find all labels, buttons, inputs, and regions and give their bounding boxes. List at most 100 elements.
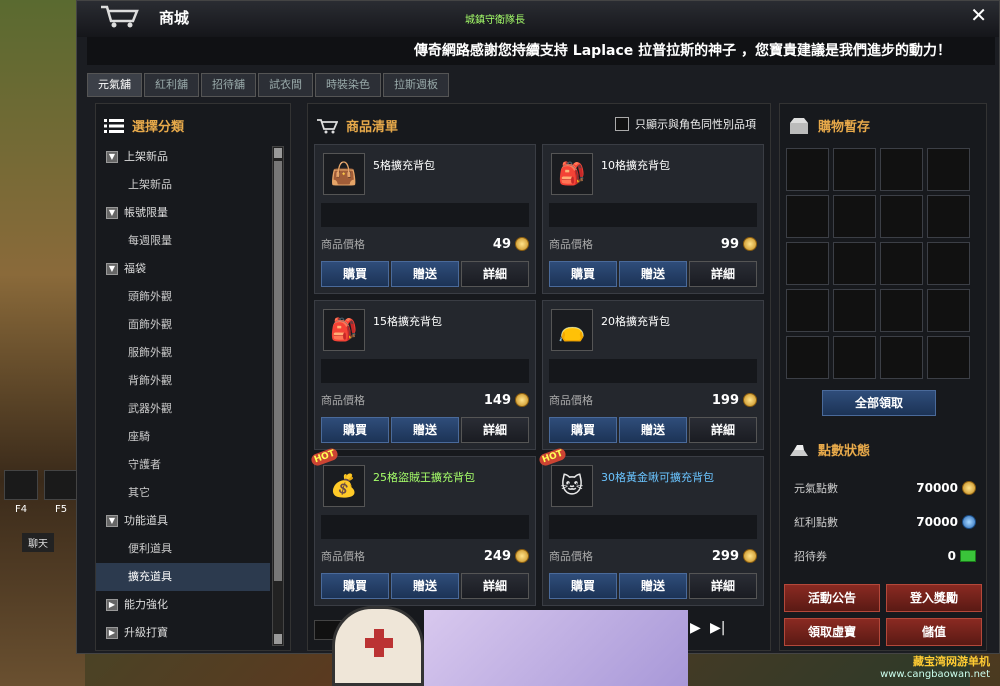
cart-slot[interactable]	[833, 289, 876, 332]
price-amount: 299	[711, 548, 739, 564]
tab-bonus-shop[interactable]: 紅利舖	[144, 73, 199, 97]
buy-button[interactable]: 購買	[321, 261, 389, 287]
gender-filter-checkbox[interactable]	[615, 117, 629, 131]
category-account-limited[interactable]: ▼ 帳號限量	[96, 199, 290, 227]
scroll-thumb[interactable]	[274, 161, 282, 581]
points-label: 元氣點數	[794, 482, 838, 495]
buy-button[interactable]: 購買	[549, 573, 617, 599]
category-item[interactable]: 每週限量	[96, 227, 290, 255]
category-header: 選擇分類	[96, 104, 290, 143]
gift-button[interactable]: 贈送	[619, 573, 687, 599]
buy-button[interactable]: 購買	[549, 417, 617, 443]
cart-header: 購物暫存	[780, 104, 986, 147]
cart-slot[interactable]	[880, 148, 923, 191]
cart-slot[interactable]	[927, 289, 970, 332]
collapse-icon[interactable]: ▼	[106, 207, 118, 219]
tab-vitality-shop[interactable]: 元氣舖	[87, 73, 142, 97]
cart-slot[interactable]	[786, 242, 829, 285]
category-function-items[interactable]: ▼ 功能道具	[96, 507, 290, 535]
price-value: 299	[712, 549, 757, 564]
points-value: 70000	[916, 515, 976, 529]
category-item[interactable]: 服飾外觀	[96, 339, 290, 367]
login-reward-button[interactable]: 登入獎勵	[886, 584, 982, 612]
cart-slot[interactable]	[880, 242, 923, 285]
gift-button[interactable]: 贈送	[619, 417, 687, 443]
cart-slot[interactable]	[833, 195, 876, 238]
detail-button[interactable]: 詳細	[689, 417, 757, 443]
cart-slot[interactable]	[927, 336, 970, 379]
category-new-arrivals[interactable]: ▼ 上架新品	[96, 143, 290, 171]
gender-filter[interactable]: 只顯示與角色同性別品項	[615, 116, 756, 132]
scroll-up-icon[interactable]	[274, 148, 282, 158]
cart-slot[interactable]	[833, 336, 876, 379]
category-item[interactable]: 便利道具	[96, 535, 290, 563]
detail-button[interactable]: 詳細	[461, 417, 529, 443]
detail-button[interactable]: 詳細	[689, 573, 757, 599]
gold-coin-icon	[515, 393, 529, 407]
category-label: 能力強化	[124, 598, 168, 611]
cart-slot[interactable]	[833, 148, 876, 191]
category-item[interactable]: 武器外觀	[96, 395, 290, 423]
top-up-button[interactable]: 儲值	[886, 618, 982, 646]
category-scrollbar[interactable]	[272, 146, 284, 646]
category-lucky-bag[interactable]: ▼ 福袋	[96, 255, 290, 283]
cart-slot[interactable]	[786, 289, 829, 332]
cart-slot[interactable]	[880, 336, 923, 379]
category-ability-boost[interactable]: ▶ 能力強化	[96, 591, 290, 619]
close-icon[interactable]: ✕	[970, 3, 987, 27]
detail-button[interactable]: 詳細	[689, 261, 757, 287]
cart-slot[interactable]	[880, 195, 923, 238]
gift-button[interactable]: 贈送	[619, 261, 687, 287]
cart-slot[interactable]	[786, 336, 829, 379]
tab-dye[interactable]: 時裝染色	[315, 73, 381, 97]
category-item[interactable]: 面飾外觀	[96, 311, 290, 339]
cart-slot[interactable]	[927, 195, 970, 238]
expand-icon[interactable]: ▶	[106, 599, 118, 611]
tab-board[interactable]: 拉斯週板	[383, 73, 449, 97]
category-item[interactable]: 座騎	[96, 423, 290, 451]
scroll-down-icon[interactable]	[274, 634, 282, 644]
next-page-icon[interactable]: ▶	[690, 620, 701, 636]
cart-icon	[317, 118, 338, 133]
gift-button[interactable]: 贈送	[391, 417, 459, 443]
window-title: 商城	[159, 9, 190, 27]
category-item[interactable]: 頭飾外觀	[96, 283, 290, 311]
cart-slot[interactable]	[927, 148, 970, 191]
hotkey-slot-f4[interactable]	[4, 470, 38, 500]
category-item-selected[interactable]: 擴充道具	[96, 563, 270, 591]
claim-item-button[interactable]: 領取虛寶	[784, 618, 880, 646]
detail-button[interactable]: 詳細	[461, 261, 529, 287]
detail-button[interactable]: 詳細	[461, 573, 529, 599]
category-item[interactable]: 守護者	[96, 451, 290, 479]
category-label: 福袋	[124, 262, 146, 275]
claim-all-button[interactable]: 全部領取	[822, 390, 936, 416]
hotkey-slot-f5[interactable]	[44, 470, 78, 500]
cart-slot[interactable]	[833, 242, 876, 285]
cart-slot[interactable]	[927, 242, 970, 285]
cart-slot[interactable]	[880, 289, 923, 332]
chat-tab[interactable]: 聊天	[22, 533, 54, 552]
gift-button[interactable]: 贈送	[391, 573, 459, 599]
event-notice-button[interactable]: 活動公告	[784, 584, 880, 612]
product-actions: 購買 贈送 詳細	[321, 261, 529, 287]
buy-button[interactable]: 購買	[321, 573, 389, 599]
category-item[interactable]: 背飾外觀	[96, 367, 290, 395]
collapse-icon[interactable]: ▼	[106, 151, 118, 163]
cart-slot[interactable]	[786, 195, 829, 238]
tab-fitting-room[interactable]: 試衣間	[258, 73, 313, 97]
buy-button[interactable]: 購買	[549, 261, 617, 287]
gift-button[interactable]: 贈送	[391, 261, 459, 287]
buy-button[interactable]: 購買	[321, 417, 389, 443]
cart-slot[interactable]	[786, 148, 829, 191]
category-item[interactable]: 上架新品	[96, 171, 290, 199]
category-leveling[interactable]: ▶ 升級打寶	[96, 619, 290, 647]
collapse-icon[interactable]: ▼	[106, 263, 118, 275]
npc-title: 城鎮守衛隊長	[465, 15, 525, 26]
product-card: 👝 20格擴充背包 商品價格 199 購買 贈送 詳細	[542, 300, 764, 450]
tab-invite-shop[interactable]: 招待舖	[201, 73, 256, 97]
last-page-icon[interactable]: ▶|	[710, 620, 725, 636]
collapse-icon[interactable]: ▼	[106, 515, 118, 527]
category-item[interactable]: 其它	[96, 479, 290, 507]
shopping-cart-icon	[101, 5, 139, 28]
expand-icon[interactable]: ▶	[106, 627, 118, 639]
